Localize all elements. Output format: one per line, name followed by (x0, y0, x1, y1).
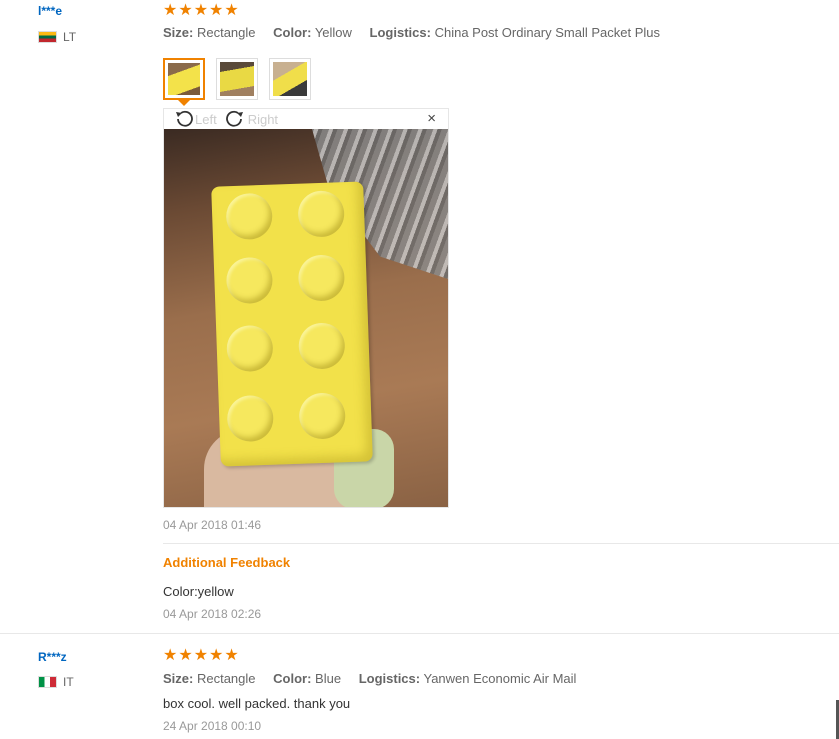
star-icon: ★ (209, 647, 224, 664)
rating-stars: ★ ★ ★ ★ ★ (163, 3, 239, 19)
photo-thumbnails (163, 58, 311, 100)
size-label: Size: (163, 671, 194, 686)
rotate-right-label: Right (247, 111, 279, 127)
color-value: Yellow (314, 25, 352, 40)
logistics-value: Yanwen Economic Air Mail (423, 671, 577, 686)
review-divider (0, 633, 839, 634)
reviewer-country: LT (38, 30, 76, 44)
review-photo (164, 129, 448, 507)
rotate-left-button[interactable]: Left (172, 110, 217, 128)
lithuania-flag-icon (38, 31, 57, 43)
star-icon: ★ (209, 2, 224, 19)
size-value: Rectangle (196, 671, 256, 686)
logistics-label: Logistics: (358, 671, 421, 686)
rating-stars: ★ ★ ★ ★ ★ (163, 648, 239, 664)
logistics-value: China Post Ordinary Small Packet Plus (434, 25, 661, 40)
order-attributes: Size: Rectangle Color: Yellow Logistics:… (163, 25, 674, 40)
review-date: 24 Apr 2018 00:10 (163, 719, 262, 733)
additional-feedback-text: Color:yellow (163, 584, 234, 599)
star-icon: ★ (163, 2, 178, 19)
logistics-label: Logistics: (369, 25, 431, 40)
selected-thumbnail-caret (177, 99, 191, 106)
review-text: box cool. well packed. thank you (163, 696, 351, 711)
photo-thumbnail[interactable] (163, 58, 205, 100)
italy-flag-icon (38, 676, 57, 688)
review-date: 04 Apr 2018 01:46 (163, 518, 262, 532)
yellow-brick-image (211, 181, 373, 467)
color-label: Color: (273, 671, 312, 686)
rotate-right-button[interactable]: Right (225, 110, 278, 128)
reviewer-country: IT (38, 675, 74, 689)
star-icon: ★ (193, 647, 209, 664)
reviewer-name[interactable]: l***e (38, 4, 62, 18)
star-icon: ★ (178, 2, 193, 19)
photo-viewer: Left Right × (163, 108, 449, 508)
country-code: IT (63, 675, 74, 689)
star-icon: ★ (224, 2, 239, 19)
photo-thumbnail[interactable] (216, 58, 258, 100)
star-icon: ★ (178, 647, 193, 664)
star-icon: ★ (224, 647, 239, 664)
viewer-toolbar: Left Right × (164, 109, 448, 129)
country-code: LT (63, 30, 77, 44)
photo-thumbnail[interactable] (269, 58, 311, 100)
rotate-left-icon (176, 110, 193, 127)
additional-feedback-title: Additional Feedback (163, 555, 291, 570)
color-label: Color: (273, 25, 312, 40)
star-icon: ★ (163, 647, 178, 664)
size-label: Size: (163, 25, 194, 40)
size-value: Rectangle (196, 25, 256, 40)
divider (163, 543, 839, 544)
close-icon[interactable]: × (427, 111, 436, 126)
rotate-left-label: Left (195, 111, 217, 127)
additional-feedback-date: 04 Apr 2018 02:26 (163, 607, 262, 621)
star-icon: ★ (193, 2, 209, 19)
rotate-right-icon (225, 110, 243, 127)
color-value: Blue (315, 671, 342, 686)
reviewer-name[interactable]: R***z (38, 650, 67, 664)
order-attributes: Size: Rectangle Color: Blue Logistics: Y… (163, 671, 590, 686)
